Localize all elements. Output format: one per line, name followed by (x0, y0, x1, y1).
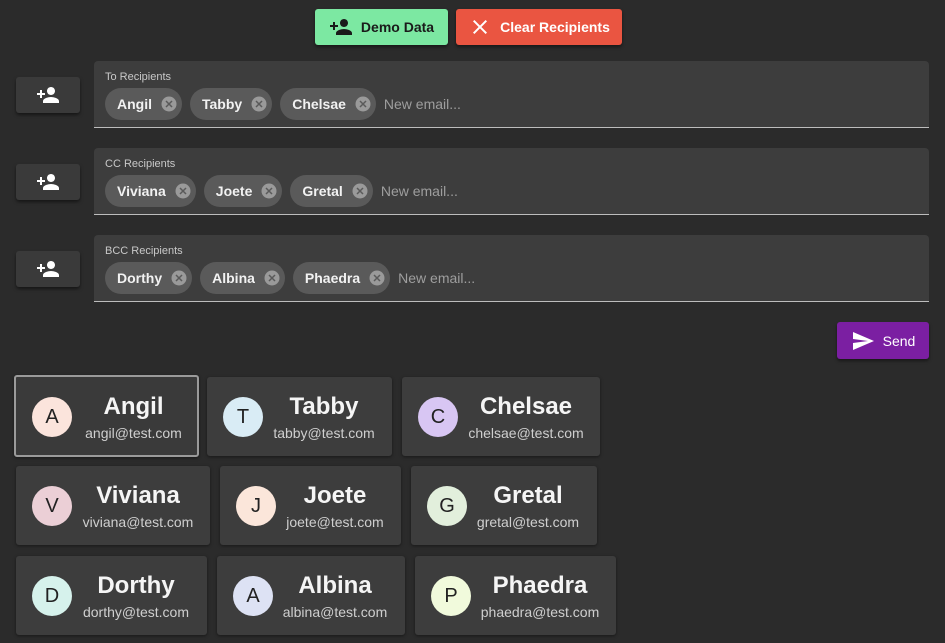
send-button[interactable]: Send (837, 322, 929, 359)
send-icon (852, 331, 874, 350)
contact-email: joete@test.com (286, 514, 384, 530)
recipient-chip[interactable]: Dorthy (105, 262, 193, 294)
contact-name: Tabby (289, 393, 359, 420)
cancel-circle-icon[interactable] (263, 269, 281, 287)
avatar: P (431, 576, 471, 616)
to-chip-list: Angil Tabby Chelsae (105, 88, 584, 120)
person-add-icon (37, 261, 59, 277)
recipient-chip[interactable]: Phaedra (292, 262, 391, 294)
chip-label: Viviana (117, 183, 166, 199)
contact-name: Chelsae (479, 393, 573, 420)
contact-name: Gretal (493, 482, 563, 509)
cc-chip-list: Viviana Joete Gretal (105, 175, 581, 207)
send-label: Send (882, 332, 916, 349)
avatar: D (32, 576, 72, 616)
contact-card[interactable]: A Angil angil@test.com (14, 375, 199, 457)
cancel-circle-icon[interactable] (354, 95, 372, 113)
to-new-email-input[interactable] (383, 96, 584, 112)
cancel-circle-icon[interactable] (160, 95, 178, 113)
chip-label: Joete (215, 183, 253, 199)
contact-card[interactable]: P Phaedra phaedra@test.com (415, 556, 616, 635)
cancel-circle-icon[interactable] (174, 182, 192, 200)
bcc-recipients-label: BCC Recipients (105, 245, 183, 257)
cancel-circle-icon[interactable] (351, 182, 369, 200)
chip-label: Dorthy (117, 270, 163, 286)
to-recipients-field[interactable]: To Recipients Angil Tabby Chelsae (94, 61, 929, 128)
cc-recipients-field[interactable]: CC Recipients Viviana Joete Gretal (94, 148, 929, 215)
chip-label: Albina (212, 270, 255, 286)
add-to-recipient-button[interactable] (16, 77, 80, 113)
contact-email: viviana@test.com (82, 514, 194, 530)
to-recipients-label: To Recipients (105, 71, 172, 83)
chip-label: Phaedra (304, 270, 361, 286)
cancel-circle-icon[interactable] (250, 95, 268, 113)
avatar: C (418, 397, 458, 437)
cc-recipients-label: CC Recipients (105, 158, 176, 170)
person-add-icon (37, 174, 59, 190)
chip-label: Chelsae (292, 96, 346, 112)
recipient-chip[interactable]: Gretal (290, 175, 373, 207)
chip-label: Tabby (202, 96, 243, 112)
contact-card[interactable]: G Gretal gretal@test.com (411, 466, 597, 545)
demo-data-button[interactable]: Demo Data (315, 9, 448, 45)
recipient-chip[interactable]: Angil (105, 88, 182, 120)
add-bcc-recipient-button[interactable] (16, 251, 80, 287)
cancel-circle-icon[interactable] (368, 269, 386, 287)
contact-name: Angil (103, 393, 164, 420)
avatar: J (236, 486, 276, 526)
recipient-chip[interactable]: Joete (203, 175, 283, 207)
contact-email: dorthy@test.com (82, 604, 190, 620)
person-add-icon (329, 19, 352, 35)
contact-name: Dorthy (97, 572, 175, 599)
recipient-chip[interactable]: Tabby (190, 88, 273, 120)
person-add-icon (37, 87, 59, 103)
bcc-chip-list: Dorthy Albina Phaedra (105, 262, 599, 294)
contact-email: chelsae@test.com (468, 425, 584, 441)
contact-card[interactable]: V Viviana viviana@test.com (16, 466, 210, 545)
contact-email: albina@test.com (282, 604, 388, 620)
cc-new-email-input[interactable] (380, 183, 581, 199)
chip-label: Gretal (302, 183, 343, 199)
contact-email: phaedra@test.com (480, 604, 600, 620)
add-cc-recipient-button[interactable] (16, 164, 80, 200)
contact-email: angil@test.com (85, 425, 182, 441)
avatar: V (32, 486, 72, 526)
contact-card[interactable]: C Chelsae chelsae@test.com (402, 377, 600, 456)
contact-name: Viviana (96, 482, 180, 509)
recipients-app: Demo Data Clear Recipients To Recipients… (0, 0, 945, 643)
cancel-circle-icon[interactable] (170, 269, 188, 287)
avatar: G (427, 486, 467, 526)
contact-card[interactable]: D Dorthy dorthy@test.com (16, 556, 207, 635)
avatar: A (233, 576, 273, 616)
avatar: A (32, 397, 72, 437)
contact-card[interactable]: T Tabby tabby@test.com (207, 377, 392, 456)
recipient-chip[interactable]: Viviana (105, 175, 196, 207)
contact-card[interactable]: A Albina albina@test.com (217, 556, 405, 635)
contact-email: tabby@test.com (273, 425, 375, 441)
recipient-chip[interactable]: Albina (200, 262, 285, 294)
contact-email: gretal@test.com (476, 514, 580, 530)
avatar: T (223, 397, 263, 437)
contact-name: Joete (303, 482, 367, 509)
cancel-circle-icon[interactable] (260, 182, 278, 200)
clear-recipients-button[interactable]: Clear Recipients (456, 9, 622, 45)
demo-data-label: Demo Data (360, 19, 435, 35)
contact-name: Albina (298, 572, 372, 599)
contact-name: Phaedra (492, 572, 588, 599)
chip-label: Angil (117, 96, 152, 112)
close-icon (473, 20, 488, 34)
clear-recipients-label: Clear Recipients (500, 19, 610, 35)
contact-card[interactable]: J Joete joete@test.com (220, 466, 401, 545)
recipient-chip[interactable]: Chelsae (280, 88, 376, 120)
bcc-new-email-input[interactable] (398, 270, 599, 286)
bcc-recipients-field[interactable]: BCC Recipients Dorthy Albina Phaedra (94, 235, 929, 302)
